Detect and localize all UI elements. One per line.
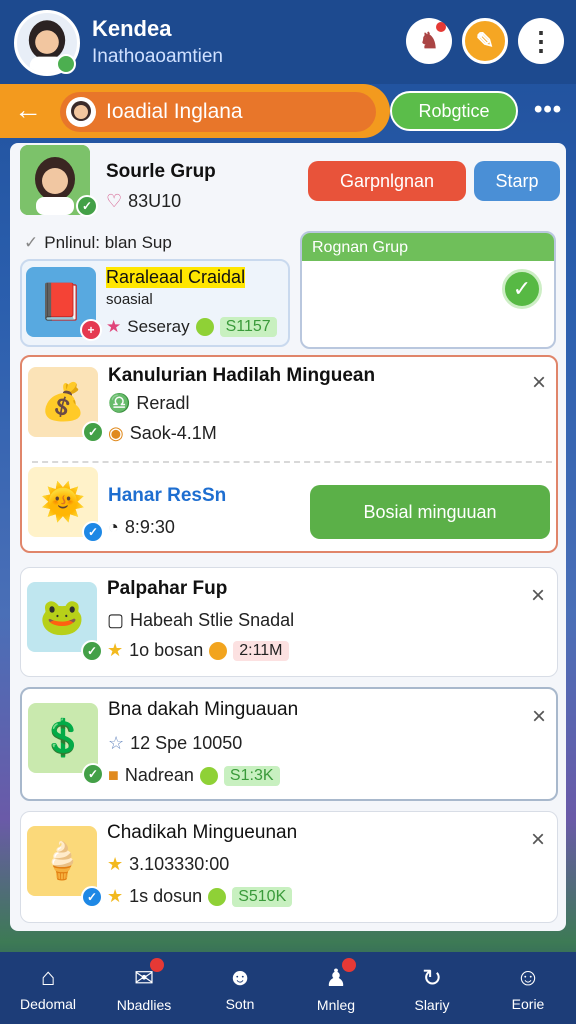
reward-card-4[interactable]: 🍦 ✓ Chadikah Mingueunan ★ 3.103330:00 ★ … — [20, 811, 558, 923]
verified-check-icon: ✓ — [82, 763, 104, 785]
sub-time: ◔ 8:9:30 — [108, 517, 175, 537]
group-box[interactable]: Rognan Grup ✓ — [300, 231, 556, 349]
featured-card[interactable]: 📕 + Raraleaal Craidal soasial ★ Seseray … — [20, 259, 290, 347]
verified-check-icon: ✓ — [81, 886, 103, 908]
group-meta: ♡ 83U10 — [106, 191, 181, 212]
featured-stats: ★ Seseray S1157 — [106, 317, 277, 337]
mascot-icon: ☻ — [227, 964, 253, 991]
card-line1: ☆ 12 Spe 10050 — [108, 733, 243, 753]
coins-icon: ◉ — [108, 423, 124, 443]
notification-badge — [150, 958, 164, 972]
reward-card-1[interactable]: 💰 ✓ Kanulurian Hadilah Minguean ♎ Reradl… — [20, 355, 558, 553]
ice-cream-icon: 🍦 — [27, 826, 97, 896]
coin-icon — [195, 318, 214, 336]
online-badge — [56, 54, 76, 74]
card-line1: ★ 3.103330:00 — [107, 854, 230, 874]
check-small-icon: ✓ — [24, 233, 39, 252]
card-title: Chadikah Mingueunan — [107, 822, 298, 843]
nav-item-mascot[interactable]: ☻ Sotn — [192, 952, 288, 1024]
card-line1: ♎ Reradl — [108, 393, 190, 413]
featured-title: Raraleaal Craidal — [106, 267, 246, 288]
star-icon: ★ — [106, 317, 122, 336]
badge-icon: + — [80, 319, 102, 341]
card-title: Kanulurian Hadilah Minguean — [108, 365, 376, 386]
search-avatar — [66, 97, 96, 127]
verified-check-icon: ✓ — [82, 421, 104, 443]
card-title: Bna dakah Minguauan — [108, 699, 299, 720]
section-label: ✓ Pnlinul: blan Sup — [24, 233, 172, 252]
profile-icon: ☺ — [515, 964, 541, 991]
nav-item-group[interactable]: ♟ Mnleg — [288, 952, 384, 1024]
card-line2: ◉ Saok-4.1M — [108, 423, 217, 443]
group-header: ✓ Sourle Grup ♡ 83U10 Garpnlgnan Starp — [16, 143, 560, 221]
coin-icon — [199, 766, 218, 785]
star-icon: ★ — [107, 640, 124, 660]
search-input[interactable]: Ioadial Inglana — [60, 92, 376, 132]
verified-check-icon: ✓ — [82, 521, 104, 543]
card-line2: ■ Nadrean S1:3K — [108, 765, 280, 786]
nav-item-refresh[interactable]: ↻ Slariy — [384, 952, 480, 1024]
clock-icon: ◔ — [108, 517, 119, 537]
card-value: S510K — [232, 886, 293, 907]
star-outline-icon: ☆ — [108, 733, 125, 753]
group-box-label: Rognan Grup — [302, 233, 554, 261]
coin-icon — [209, 641, 228, 660]
star-icon: ★ — [107, 886, 124, 906]
user-subtitle: Inathoaoamtien — [92, 46, 223, 67]
star-icon: ★ — [107, 854, 124, 874]
close-icon[interactable]: × — [532, 703, 546, 731]
nav-item-profile[interactable]: ☺ Eorie — [480, 952, 576, 1024]
featured-sub: soasial — [106, 291, 153, 308]
box-icon: ▢ — [107, 610, 125, 630]
close-icon[interactable]: × — [531, 582, 545, 610]
group-red-button[interactable]: Garpnlgnan — [308, 161, 466, 201]
search-text: Ioadial Inglana — [106, 100, 243, 123]
card-line2: ★ 1s dosun S510K — [107, 886, 293, 907]
coin-icon — [208, 887, 227, 906]
card-title: Palpahar Fup — [107, 578, 228, 599]
reward-card-3[interactable]: 💲 ✓ Bna dakah Minguauan ☆ 12 Spe 10050 ■… — [20, 687, 558, 801]
nav-item-messages[interactable]: ✉ Nbadlies — [96, 952, 192, 1024]
verified-check-icon: ✓ — [76, 195, 98, 217]
bottom-nav: ⌂ Dedomal ✉ Nbadlies ☻ Sotn ♟ Mnleg ↻ Sl… — [0, 952, 576, 1024]
group-blue-button[interactable]: Starp — [474, 161, 560, 201]
action-button[interactable]: Robgtice — [390, 91, 518, 131]
sub-title: Hanar ResSn — [108, 485, 227, 506]
reward-card-2[interactable]: 🐸 ✓ Palpahar Fup ▢ Habeah Stlie Snadal ★… — [20, 567, 558, 677]
box-icon: ■ — [108, 765, 119, 785]
close-icon[interactable]: × — [531, 826, 545, 854]
divider — [32, 461, 552, 463]
gift-icon[interactable]: ♞ — [406, 18, 452, 64]
notification-badge — [342, 958, 356, 972]
featured-stat-value: S1157 — [219, 317, 277, 337]
verified-check-icon: ✓ — [81, 640, 103, 662]
more-icon[interactable]: ⋮ — [518, 18, 564, 64]
checkmark-icon[interactable]: ✓ — [502, 269, 542, 309]
card-value: 2:11M — [233, 640, 289, 661]
user-name: Kendea — [92, 16, 172, 41]
refresh-icon: ↻ — [421, 964, 443, 992]
search-bar: ← Ioadial Inglana — [0, 84, 390, 138]
money-sign-icon: 💲 — [28, 703, 98, 773]
social-weekly-button[interactable]: Bosial minguuan — [310, 485, 550, 539]
card-line1: ▢ Habeah Stlie Snadal — [107, 610, 295, 630]
card-value: S1:3K — [223, 765, 280, 786]
headset-icon: ♎ — [108, 393, 131, 413]
edit-icon[interactable]: ✎ — [462, 18, 508, 64]
card-line2: ★ 1o bosan 2:11M — [107, 640, 289, 661]
content-panel: ✓ Sourle Grup ♡ 83U10 Garpnlgnan Starp ✓… — [10, 143, 566, 931]
group-meta-value: 83U10 — [128, 191, 182, 211]
nav-item-home[interactable]: ⌂ Dedomal — [0, 952, 96, 1024]
close-icon[interactable]: × — [532, 369, 546, 397]
group-title: Sourle Grup — [106, 161, 216, 182]
more-dots-icon[interactable]: ••• — [534, 96, 562, 124]
back-arrow-icon[interactable]: ← — [14, 94, 42, 126]
home-icon: ⌂ — [40, 964, 56, 991]
heart-icon: ♡ — [106, 191, 123, 211]
